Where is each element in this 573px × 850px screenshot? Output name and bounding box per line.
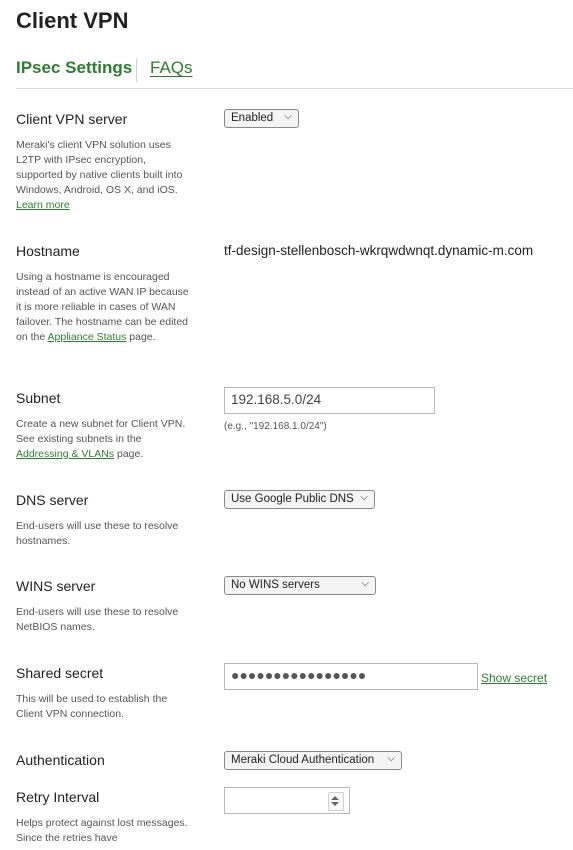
retry-interval-input[interactable]: [224, 787, 350, 814]
tab-divider: [136, 58, 137, 82]
dns-server-label: DNS server: [16, 492, 89, 508]
wins-server-select[interactable]: No WINS servers ⌵: [224, 576, 376, 595]
dns-server-select[interactable]: Use Google Public DNS ⌵: [224, 490, 375, 509]
authentication-select[interactable]: Meraki Cloud Authentication ⌵: [224, 751, 402, 770]
client-vpn-server-select[interactable]: Enabled ⌵: [224, 109, 299, 128]
wins-server-value: No WINS servers: [231, 579, 320, 591]
subnet-hint: (e.g., "192.168.1.0/24"): [224, 421, 327, 432]
page-title: Client VPN: [16, 8, 129, 33]
tab-ipsec-settings[interactable]: IPsec Settings: [16, 58, 132, 78]
stepper-icon[interactable]: [328, 792, 344, 811]
dns-server-value: Use Google Public DNS: [231, 493, 354, 505]
chevron-down-icon[interactable]: [331, 802, 339, 806]
client-vpn-server-description: Meraki's client VPN solution uses L2TP w…: [16, 139, 183, 211]
shared-secret-input[interactable]: ●●●●●●●●●●●●●●●●: [224, 663, 478, 690]
subnet-label: Subnet: [16, 390, 61, 406]
hostname-value: tf-design-stellenbosch-wkrqwdwnqt.dynami…: [224, 243, 534, 258]
hostname-description: Using a hostname is encouraged instead o…: [16, 271, 189, 343]
authentication-label: Authentication: [16, 752, 105, 768]
addressing-vlans-link[interactable]: Addressing & VLANs: [16, 448, 114, 460]
chevron-up-icon[interactable]: [331, 796, 339, 800]
tab-bar: IPsec Settings FAQs: [16, 58, 573, 89]
appliance-status-link[interactable]: Appliance Status: [48, 331, 127, 343]
wins-server-description: End-users will use these to resolve NetB…: [16, 606, 179, 633]
retry-interval-description: Helps protect against lost messages. Sin…: [16, 817, 188, 844]
tab-faqs[interactable]: FAQs: [150, 58, 193, 78]
show-secret-link[interactable]: Show secret: [481, 671, 547, 685]
retry-interval-label: Retry Interval: [16, 789, 100, 805]
shared-secret-value: ●●●●●●●●●●●●●●●●: [231, 667, 367, 683]
chevron-down-icon: ⌵: [361, 578, 369, 589]
subnet-description: Create a new subnet for Client VPN. See …: [16, 418, 186, 460]
client-vpn-server-value: Enabled: [231, 112, 274, 124]
chevron-down-icon: ⌵: [360, 492, 368, 503]
chevron-down-icon: ⌵: [387, 753, 395, 764]
client-vpn-server-label: Client VPN server: [16, 111, 128, 127]
shared-secret-description: This will be used to establish the Clien…: [16, 693, 168, 720]
learn-more-link[interactable]: Learn more: [16, 199, 70, 211]
authentication-value: Meraki Cloud Authentication: [231, 754, 375, 766]
chevron-down-icon: ⌵: [284, 111, 292, 122]
shared-secret-label: Shared secret: [16, 665, 104, 681]
dns-server-description: End-users will use these to resolve host…: [16, 520, 179, 547]
subnet-input[interactable]: 192.168.5.0/24: [224, 387, 435, 414]
hostname-label: Hostname: [16, 243, 80, 259]
wins-server-label: WINS server: [16, 578, 96, 594]
